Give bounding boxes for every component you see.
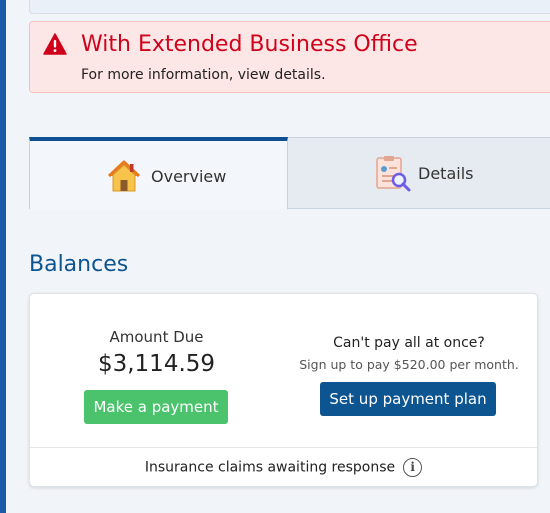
house-icon: [107, 160, 141, 192]
insurance-status-text: Insurance claims awaiting response: [144, 459, 396, 476]
card-divider: [30, 447, 537, 448]
tab-overview-label: Overview: [151, 167, 227, 186]
alert-banner: With Extended Business Office For more i…: [29, 21, 550, 93]
alert-subtitle[interactable]: For more information, view details.: [81, 67, 326, 83]
warning-triangle-icon: [43, 33, 67, 55]
tab-details-label: Details: [418, 164, 474, 183]
amount-due-value: $3,114.59: [97, 351, 216, 377]
tab-overview[interactable]: Overview: [29, 137, 288, 209]
balances-title: Balances: [29, 252, 129, 277]
cant-pay-text: Can't pay all at once?: [333, 335, 485, 351]
document-search-icon: [376, 156, 411, 192]
setup-payment-plan-button[interactable]: Set up payment plan: [320, 382, 496, 416]
top-panel: [29, 0, 550, 14]
balances-card: Amount Due $3,114.59 Make a payment Can'…: [29, 293, 538, 487]
left-rail: [0, 0, 6, 513]
make-payment-button[interactable]: Make a payment: [84, 390, 228, 424]
info-icon[interactable]: i: [403, 458, 423, 477]
tab-details[interactable]: Details: [288, 137, 550, 209]
tab-bar: Overview Details: [29, 137, 550, 209]
amount-due-label: Amount Due: [109, 328, 204, 346]
insurance-status: Insurance claims awaiting response i: [30, 458, 537, 477]
payment-plan-info: Sign up to pay $520.00 per month.: [299, 357, 519, 372]
alert-title: With Extended Business Office: [81, 32, 418, 57]
